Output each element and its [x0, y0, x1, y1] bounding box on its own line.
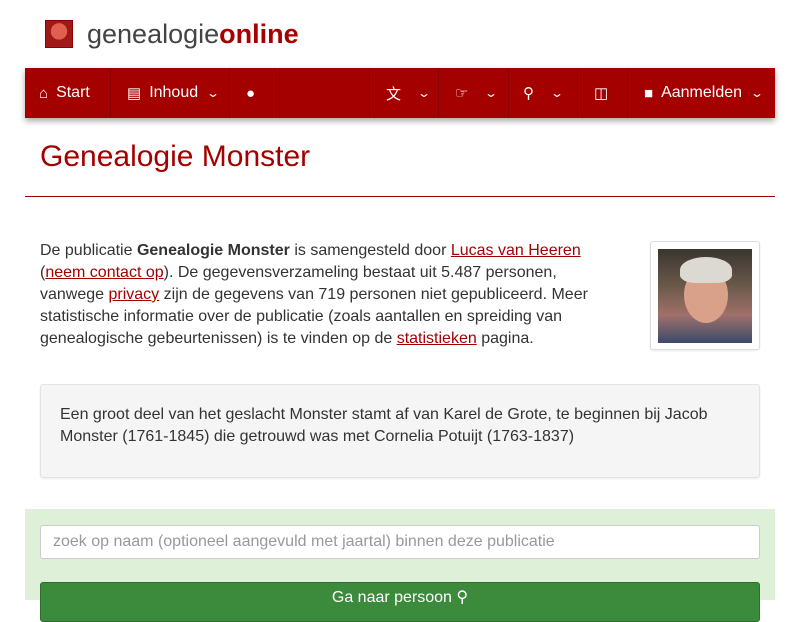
- publication-name: Genealogie Monster: [136, 242, 290, 259]
- cart-icon: ◫: [594, 85, 609, 102]
- nav-like[interactable]: ☞ ⌄: [439, 68, 509, 118]
- nav-start-label: Start: [56, 84, 90, 101]
- nav-inhoud-label: Inhoud: [149, 84, 199, 101]
- contact-link[interactable]: neem contact op: [45, 264, 163, 281]
- statistics-link[interactable]: statistieken: [397, 330, 477, 347]
- author-portrait: [658, 249, 752, 343]
- privacy-link[interactable]: privacy: [109, 286, 160, 303]
- search-icon: ⚲: [456, 589, 469, 606]
- brand-name: genealogieonline: [87, 18, 299, 49]
- site-logo[interactable]: genealogieonline: [45, 14, 299, 54]
- lock-icon: ■: [644, 84, 654, 102]
- chevron-down-icon: ⌄: [206, 86, 221, 100]
- author-photo: [650, 241, 760, 350]
- publication-description: Een groot deel van het geslacht Monster …: [40, 384, 760, 478]
- person-search-input[interactable]: [40, 525, 760, 559]
- nav-search[interactable]: ⚲ ⌄: [509, 68, 578, 118]
- description-text: Een groot deel van het geslacht Monster …: [60, 406, 708, 445]
- chevron-down-icon: ⌄: [417, 86, 432, 100]
- chevron-down-icon: ⌄: [549, 86, 565, 100]
- search-icon: ⚲: [523, 85, 534, 102]
- nav-language[interactable]: 文 ⌄: [369, 68, 439, 118]
- title-divider: [25, 196, 775, 197]
- chevron-down-icon: ⌄: [484, 86, 499, 100]
- publication-intro: De publicatie Genealogie Monster is same…: [40, 242, 588, 347]
- home-icon: ⌂: [39, 84, 49, 102]
- nav-login[interactable]: ■ Aanmelden ⌄: [628, 68, 775, 118]
- thumbs-up-icon: ☞: [455, 85, 469, 102]
- translate-icon: 文: [386, 85, 402, 103]
- tree-logo-icon: [45, 20, 73, 48]
- chevron-down-icon: ⌄: [750, 86, 765, 100]
- author-link[interactable]: Lucas van Heeren: [451, 242, 581, 259]
- person-search-panel: Ga naar persoon ⚲: [25, 509, 775, 622]
- nav-cart[interactable]: ◫: [578, 68, 628, 118]
- chat-icon: ●: [246, 84, 256, 102]
- book-icon: ▤: [127, 85, 142, 102]
- nav-chat[interactable]: ●: [230, 68, 280, 118]
- go-to-person-button[interactable]: Ga naar persoon ⚲: [40, 582, 760, 622]
- nav-inhoud[interactable]: ▤ Inhoud ⌄: [111, 68, 230, 118]
- nav-start[interactable]: ⌂ Start: [25, 68, 111, 118]
- nav-login-label: Aanmelden: [661, 84, 743, 101]
- main-navbar: ⌂ Start ▤ Inhoud ⌄ ● 文 ⌄ ☞ ⌄ ⚲ ⌄ ◫ ■ Aan…: [25, 68, 775, 118]
- page-title: Genealogie Monster: [40, 140, 311, 173]
